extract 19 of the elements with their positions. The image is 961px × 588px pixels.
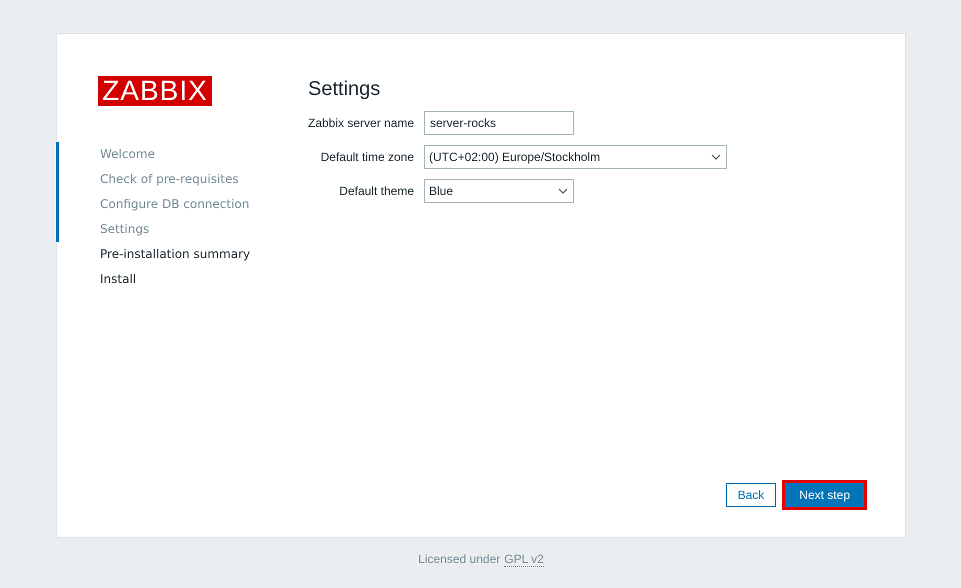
input-field[interactable]: server-rocks — [424, 111, 574, 135]
dropdown[interactable]: (UTC+02:00) Europe/Stockholm — [424, 145, 727, 169]
next-step-button[interactable]: Next step — [785, 483, 864, 507]
chevron-down-icon — [711, 154, 721, 160]
page-heading: Settings — [308, 78, 382, 101]
step-item: Check of pre-requisites — [56, 167, 308, 192]
step-item: Pre-installation summary — [99, 246, 252, 263]
step-item: Settings — [56, 217, 308, 242]
zabbix-logo: ZABBIX — [98, 76, 212, 106]
dropdown[interactable]: Blue — [424, 179, 574, 203]
step-item: Welcome — [56, 142, 308, 167]
field-label: Default time zone — [320, 150, 414, 164]
field-label: Default theme — [338, 184, 414, 198]
chevron-down-icon — [558, 188, 568, 194]
license-text: Licensed under — [418, 552, 500, 566]
back-button[interactable]: Back — [726, 483, 776, 507]
field-label: Zabbix server name — [308, 116, 414, 130]
step-item: Configure DB connection — [56, 192, 308, 217]
step-item: Install — [99, 271, 138, 288]
